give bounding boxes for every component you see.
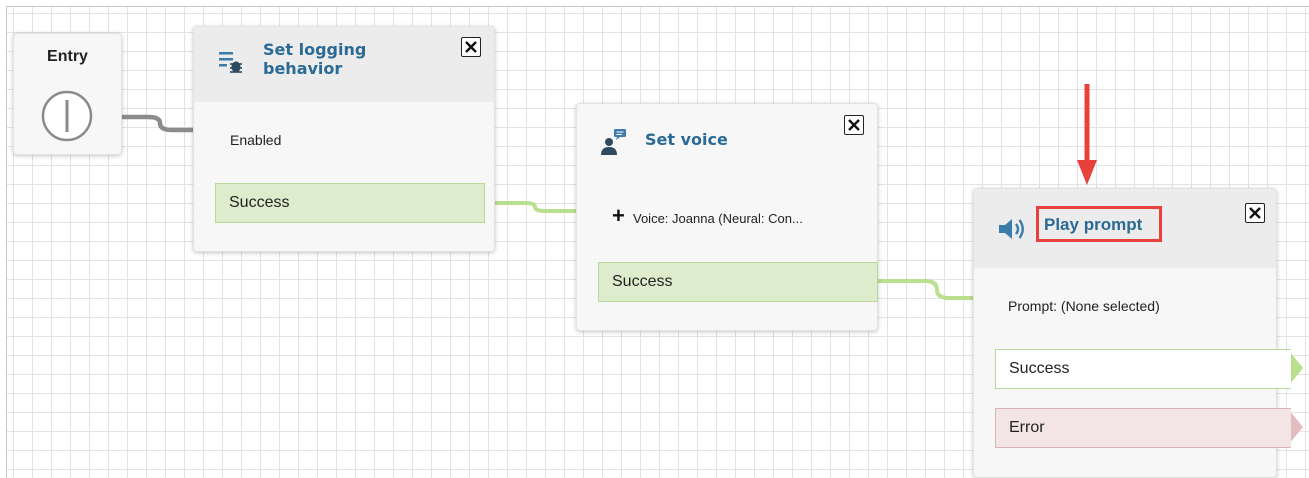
- entry-start-icon[interactable]: [41, 90, 93, 142]
- close-icon: [848, 119, 860, 131]
- branch-success[interactable]: Success: [215, 183, 485, 223]
- close-block-button[interactable]: [461, 37, 481, 57]
- voice-person-icon: [601, 129, 626, 155]
- branch-success[interactable]: Success: [995, 349, 1291, 389]
- block-title: Set voice: [645, 130, 728, 149]
- close-block-button[interactable]: [844, 115, 864, 135]
- block-parameter: Enabled: [230, 132, 282, 148]
- entry-label: Entry: [47, 48, 88, 65]
- set-voice-block[interactable]: Set voice + Voice: Joanna (Neural: Con..…: [576, 103, 878, 331]
- branch-error[interactable]: Error: [995, 408, 1291, 448]
- logging-icon: [219, 52, 242, 73]
- block-title-line2: behavior: [263, 59, 343, 78]
- close-icon: [465, 41, 477, 53]
- block-parameter: Voice: Joanna (Neural: Con...: [633, 211, 803, 226]
- set-logging-behavior-block[interactable]: Set logging behavior Enabled Success: [193, 26, 495, 252]
- block-title-line1: Set logging: [263, 40, 367, 59]
- block-title: Play prompt: [1044, 215, 1143, 234]
- close-block-button[interactable]: [1245, 203, 1265, 223]
- close-icon: [1249, 207, 1261, 219]
- branch-success[interactable]: Success: [598, 262, 878, 302]
- play-prompt-block[interactable]: Play prompt Prompt: (None selected) Succ…: [973, 188, 1291, 478]
- speaker-icon: [999, 219, 1024, 239]
- expand-plus-icon[interactable]: +: [612, 205, 625, 227]
- block-parameter: Prompt: (None selected): [1008, 298, 1160, 314]
- entry-block[interactable]: Entry: [13, 33, 122, 155]
